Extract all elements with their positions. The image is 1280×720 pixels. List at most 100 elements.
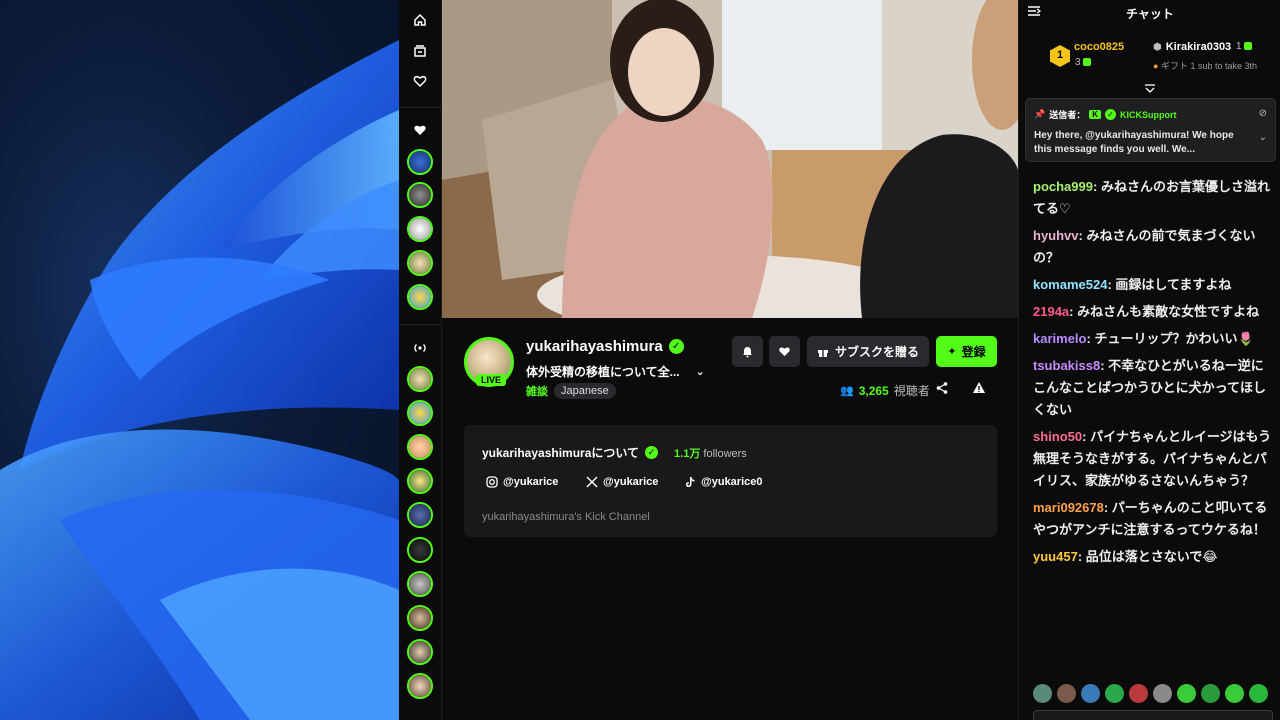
chat-header: チャット (1019, 0, 1280, 26)
recommended-channel-avatar[interactable] (407, 434, 433, 460)
bell-icon (743, 347, 752, 358)
channel-name[interactable]: yukarihayashimura ✓ (526, 338, 684, 355)
emote-icon[interactable] (1153, 684, 1172, 703)
chat-username[interactable]: tsubakiss8 (1033, 358, 1100, 373)
chevron-down-icon[interactable]: ⌄ (1259, 132, 1267, 143)
emote-icon[interactable] (1033, 684, 1052, 703)
x-link[interactable]: @yukarice (586, 476, 658, 488)
leader-second-name: Kirakira0303 (1165, 41, 1232, 53)
emote-icon[interactable] (1105, 684, 1124, 703)
chat-title: チャット (1126, 6, 1174, 21)
about-title-text: yukarihayashimuraについて (482, 446, 640, 460)
leader-first-name[interactable]: coco0825 (1074, 41, 1124, 53)
chat-username[interactable]: shino50 (1033, 429, 1082, 444)
rail-divider (399, 107, 442, 108)
followed-channel-avatar[interactable] (407, 149, 433, 175)
browse-icon[interactable] (409, 40, 431, 62)
emote-icon[interactable] (1057, 684, 1076, 703)
chat-input[interactable] (1033, 710, 1273, 720)
notification-bell-button[interactable] (732, 336, 763, 367)
recommended-channel-avatar[interactable] (407, 537, 433, 563)
recommended-channel-avatar[interactable] (407, 400, 433, 426)
stream-title-text: 体外受精の移植について全... (526, 365, 680, 379)
chat-separator: : (1092, 179, 1101, 194)
sparkle-icon: ✦ (947, 346, 957, 358)
desktop-wallpaper (0, 0, 399, 720)
verified-icon: ✓ (645, 446, 659, 459)
chat-username[interactable]: komame524 (1033, 277, 1107, 292)
language-tag[interactable]: Japanese (554, 383, 616, 399)
report-warning-icon[interactable] (972, 381, 990, 399)
unpin-icon[interactable]: ⊘ (1259, 108, 1267, 119)
following-heart-icon (409, 119, 431, 141)
viewer-label: 視聴者 (893, 384, 930, 398)
chat-username[interactable]: pocha999 (1033, 179, 1093, 194)
chat-username[interactable]: hyuhvv (1033, 228, 1079, 243)
recommended-channel-avatar[interactable] (407, 605, 433, 631)
tiktok-handle: @yukarice0 (701, 476, 763, 488)
chat-separator: : (1082, 429, 1091, 444)
gift-sub-label: サブスクを贈る (834, 345, 919, 359)
emote-icon[interactable] (1201, 684, 1220, 703)
recommended-channel-avatar[interactable] (407, 673, 433, 699)
followed-channel-avatar[interactable] (407, 182, 433, 208)
hexagon-badge-icon: ⬢ (1153, 41, 1162, 53)
chat-username[interactable]: yuu457 (1033, 549, 1078, 564)
viewer-number: 3,265 (858, 383, 889, 398)
live-badge: LIVE (476, 374, 507, 386)
emote-icon[interactable] (1081, 684, 1100, 703)
video-player[interactable] (442, 0, 1018, 318)
heart-icon[interactable] (409, 70, 431, 92)
chat-message: mari092678: パーちゃんのこと叩いてるやつがアンチに注意するってウケる… (1033, 497, 1273, 541)
emote-icon[interactable] (1249, 684, 1268, 703)
rank-number: 1 (1056, 49, 1064, 61)
chat-message: yuu457: 品位は落とさないで😂 (1033, 546, 1273, 568)
leader-second[interactable]: ⬢ Kirakira0303 (1153, 41, 1231, 53)
collapse-chat-icon[interactable] (1027, 5, 1043, 21)
emote-icon[interactable] (1177, 684, 1196, 703)
stream-tags: 雑談 Japanese (526, 383, 616, 399)
pinned-text: Hey there, @yukarihayashimura! We hope t… (1034, 130, 1234, 155)
pinned-user[interactable]: KICKSupport (1120, 110, 1177, 120)
instagram-handle: @yukarice (503, 476, 559, 488)
chat-username[interactable]: mari092678 (1033, 500, 1104, 515)
gift-leaderboard: 1 coco0825 3 ⬢ Kirakira0303 1 ● ギフト 1 su… (1019, 32, 1280, 93)
recommended-channel-avatar[interactable] (407, 639, 433, 665)
expand-leaderboard-icon[interactable] (1143, 80, 1157, 93)
followed-channel-avatar[interactable] (407, 250, 433, 276)
leader-second-count: 1 (1236, 41, 1252, 52)
share-icon[interactable] (935, 381, 953, 399)
chat-message: tsubakiss8: 不幸なひとがいるねー逆にこんなことばつかうひとに犬かって… (1033, 355, 1273, 421)
channel-description: yukarihayashimura's Kick Channel (482, 511, 650, 523)
gift-sub-button[interactable]: サブスクを贈る (807, 336, 929, 367)
category-link[interactable]: 雑談 (526, 383, 548, 399)
follow-button[interactable] (769, 336, 800, 367)
recommended-channel-avatar[interactable] (407, 571, 433, 597)
chat-separator: : (1069, 304, 1078, 319)
chat-text: みねさんも素敵な女性ですよね (1077, 304, 1260, 319)
pin-icon: 📌 (1034, 109, 1046, 119)
subscribe-button[interactable]: ✦ 登録 (936, 336, 997, 367)
pinned-message[interactable]: 📌 送信者： K ✓ KICKSupport ⊘ Hey there, @yuk… (1025, 98, 1276, 162)
chat-username[interactable]: karimelo (1033, 331, 1086, 346)
recommended-channel-avatar[interactable] (407, 468, 433, 494)
tiktok-link[interactable]: @yukarice0 (684, 476, 763, 488)
verified-icon: ✓ (1105, 109, 1117, 120)
emote-icon[interactable] (1129, 684, 1148, 703)
emote-icon[interactable] (1225, 684, 1244, 703)
chat-messages: pocha999: みねさんのお言葉優しさ溢れてる♡ hyuhvv: みねさんの前… (1033, 176, 1273, 573)
chevron-down-icon[interactable]: ⌄ (696, 365, 705, 378)
home-icon[interactable] (409, 9, 431, 31)
recommended-channel-avatar[interactable] (407, 502, 433, 528)
chat-username[interactable]: 2194a (1033, 304, 1069, 319)
stream-title: 体外受精の移植について全... ⌄ (526, 363, 705, 380)
pinned-label: 送信者： (1049, 110, 1086, 120)
heart-icon (779, 347, 790, 357)
followed-channel-avatar[interactable] (407, 216, 433, 242)
recommended-channel-avatar[interactable] (407, 366, 433, 392)
chat-message: 2194a: みねさんも素敵な女性ですよね (1033, 301, 1273, 323)
chat-message: komame524: 画録はしてますよね (1033, 274, 1273, 296)
followed-channel-avatar[interactable] (407, 284, 433, 310)
instagram-link[interactable]: @yukarice (486, 476, 558, 488)
instagram-icon (486, 476, 498, 488)
